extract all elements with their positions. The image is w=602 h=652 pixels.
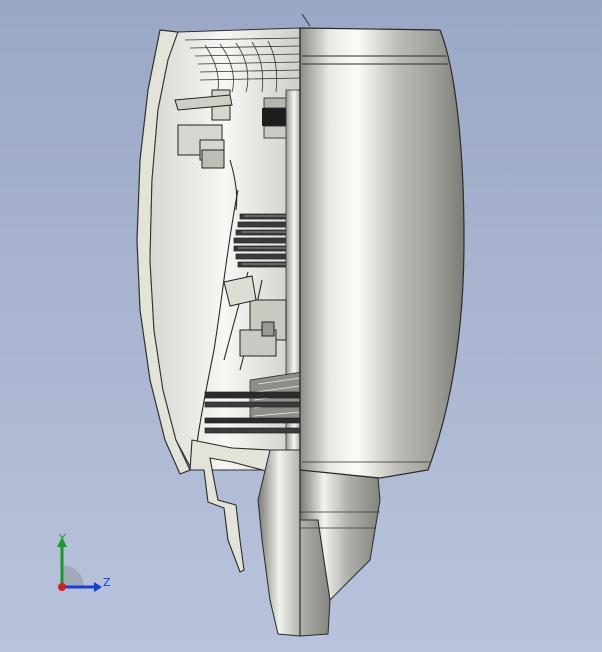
axis-triad xyxy=(57,537,102,592)
nacelle-body xyxy=(299,27,465,479)
axis-z-label: Z xyxy=(103,576,111,589)
triad-origin-icon xyxy=(58,583,66,591)
triad-base-icon xyxy=(62,565,84,587)
graphics-viewport[interactable]: Y Z xyxy=(0,0,602,652)
axis-y-label: Y xyxy=(59,532,66,545)
